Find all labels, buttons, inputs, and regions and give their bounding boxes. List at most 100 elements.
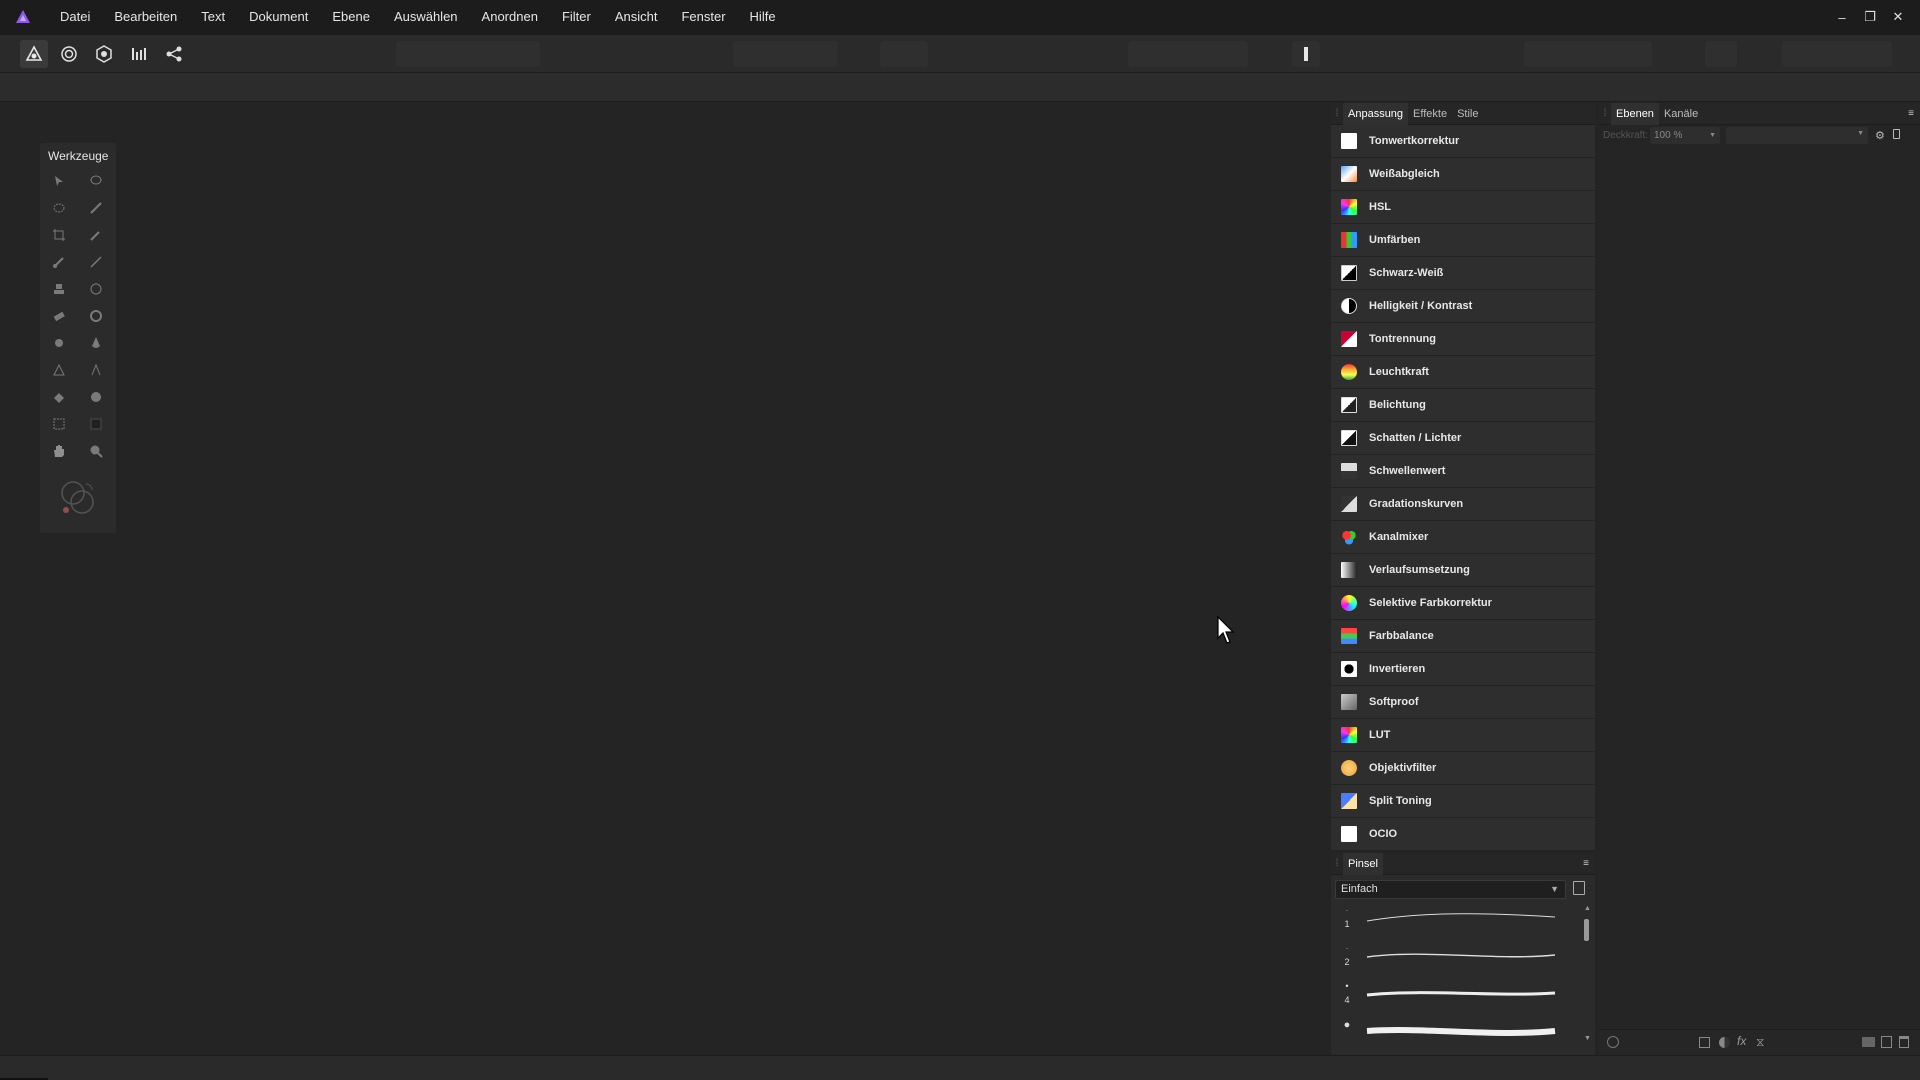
adjustment-item[interactable]: Tonwertkorrektur (1331, 125, 1595, 158)
adjustment-item[interactable]: Leuchtkraft (1331, 356, 1595, 389)
add-pixel-layer-icon[interactable] (1881, 1036, 1892, 1048)
menu-text[interactable]: Text (189, 0, 237, 34)
adjustment-item[interactable]: Kanalmixer (1331, 521, 1595, 554)
adjustment-item[interactable]: Farbbalance (1331, 620, 1595, 653)
shape-tool-icon[interactable] (85, 386, 107, 408)
adjustment-item[interactable]: Selektive Farbkorrektur (1331, 587, 1595, 620)
tab-ebenen[interactable]: Ebenen (1611, 102, 1659, 125)
opacity-field[interactable]: 100 % ▼ (1650, 127, 1720, 144)
restore-button[interactable]: ❐ (1856, 9, 1884, 25)
eyedropper-tool-icon[interactable] (85, 224, 107, 246)
adjustment-item[interactable]: Verlaufsumsetzung (1331, 554, 1595, 587)
marquee-tool-icon[interactable] (48, 197, 70, 219)
tone-mapping-persona-icon[interactable] (125, 40, 153, 68)
adjustment-item[interactable]: Split Toning (1331, 785, 1595, 818)
fill-tool-icon[interactable] (48, 386, 70, 408)
adjustment-item[interactable]: Weißabgleich (1331, 158, 1595, 191)
tab-stile[interactable]: Stile (1452, 103, 1483, 125)
brush-selection-tool-icon[interactable] (85, 197, 107, 219)
blend-mode-select[interactable]: ▼ (1726, 127, 1868, 144)
adjustment-item[interactable]: Schwarz-Weiß (1331, 257, 1595, 290)
gear-icon[interactable]: ⚙ (1875, 129, 1885, 142)
canvas-area[interactable] (0, 103, 1331, 1055)
adjustment-item[interactable]: Gradationskurven (1331, 488, 1595, 521)
selection-mode-group[interactable] (733, 41, 838, 67)
tab-pinsel[interactable]: Pinsel (1343, 852, 1383, 875)
snapping-group[interactable] (1128, 41, 1248, 67)
sharpen-tool-icon[interactable] (85, 332, 107, 354)
minimize-button[interactable]: – (1828, 10, 1856, 25)
mesh-warp-tool-icon[interactable] (48, 413, 70, 435)
adjustment-item[interactable]: Invertieren (1331, 653, 1595, 686)
adjustment-item[interactable]: Schwellenwert (1331, 455, 1595, 488)
adjustment-item[interactable]: Objektivfilter (1331, 752, 1595, 785)
panel-grip-icon[interactable]: ⁞ (1331, 103, 1343, 125)
colour-swatches-icon[interactable] (58, 478, 98, 518)
lasso-tool-icon[interactable] (85, 170, 107, 192)
panel-grip-icon[interactable]: ⁞ (1599, 103, 1611, 125)
brush-list-view-icon[interactable] (1573, 881, 1585, 895)
adjustment-item[interactable]: Umfärben (1331, 224, 1595, 257)
adjustment-item[interactable]: Belichtung (1331, 389, 1595, 422)
panel-menu-icon[interactable]: ≡ (1583, 858, 1589, 869)
tab-effekte[interactable]: Effekte (1408, 103, 1452, 125)
adjustment-item[interactable]: Tontrennung (1331, 323, 1595, 356)
blur-tool-icon[interactable] (48, 332, 70, 354)
live-filter-icon[interactable]: ⧖ (1756, 1035, 1764, 1050)
brush-scrollbar[interactable]: ▲ ▼ (1583, 905, 1591, 1045)
adjustment-item[interactable]: LUT (1331, 719, 1595, 752)
panel-menu-icon[interactable]: ≡ (1908, 108, 1914, 119)
close-button[interactable]: ✕ (1884, 9, 1912, 25)
brush-preset-1[interactable]: · 1 (1341, 905, 1571, 943)
menu-auswaehlen[interactable]: Auswählen (382, 0, 470, 34)
zoom-tool-icon[interactable] (85, 440, 107, 462)
view-mode-dropdown[interactable] (880, 41, 928, 67)
assistant-button[interactable] (1292, 41, 1320, 67)
adjustment-shortcuts-group[interactable] (396, 41, 540, 67)
photo-persona-icon[interactable] (20, 40, 48, 68)
menu-anordnen[interactable]: Anordnen (470, 0, 550, 34)
move-tool-icon[interactable] (48, 170, 70, 192)
arrange-group[interactable] (1524, 41, 1652, 67)
layers-stack-icon[interactable] (1607, 1036, 1619, 1048)
eraser-tool-icon[interactable] (48, 305, 70, 327)
dodge-tool-icon[interactable] (85, 305, 107, 327)
new-group-icon[interactable] (1862, 1037, 1875, 1047)
gradient-tool-icon[interactable] (85, 413, 107, 435)
lock-icon[interactable] (1893, 129, 1900, 139)
brush-preset-large[interactable]: ● (1341, 1019, 1571, 1049)
brush-preset-4[interactable]: • 4 (1341, 981, 1571, 1019)
menu-ebene[interactable]: Ebene (320, 0, 382, 34)
crop-tool-icon[interactable] (48, 224, 70, 246)
boolean-ops-group[interactable] (1782, 41, 1892, 67)
menu-dokument[interactable]: Dokument (237, 0, 320, 34)
hand-tool-icon[interactable] (48, 440, 70, 462)
fx-icon[interactable]: fx (1737, 1034, 1746, 1048)
pixel-tool-icon[interactable] (85, 251, 107, 273)
pen-tool-icon[interactable] (48, 359, 70, 381)
trash-icon[interactable] (1899, 1036, 1909, 1048)
menu-bearbeiten[interactable]: Bearbeiten (102, 0, 189, 34)
adjustment-item[interactable]: HSL (1331, 191, 1595, 224)
menu-hilfe[interactable]: Hilfe (738, 0, 788, 34)
tab-kanaele[interactable]: Kanäle (1659, 103, 1703, 125)
align-button[interactable] (1705, 41, 1737, 67)
liquify-persona-icon[interactable] (55, 40, 83, 68)
adjustment-item[interactable]: Softproof (1331, 686, 1595, 719)
brush-preset-2[interactable]: · 2 (1341, 943, 1571, 981)
menu-filter[interactable]: Filter (550, 0, 603, 34)
tab-anpassung[interactable]: Anpassung (1343, 102, 1409, 125)
panel-grip-icon[interactable]: ⁞ (1331, 853, 1343, 875)
develop-persona-icon[interactable] (90, 40, 118, 68)
export-persona-icon[interactable] (160, 40, 188, 68)
undo-brush-tool-icon[interactable] (85, 278, 107, 300)
text-tool-icon[interactable] (85, 359, 107, 381)
adjustment-item[interactable]: OCIO (1331, 818, 1595, 851)
clone-tool-icon[interactable] (48, 278, 70, 300)
adjustment-item[interactable]: Schatten / Lichter (1331, 422, 1595, 455)
menu-ansicht[interactable]: Ansicht (603, 0, 670, 34)
paint-brush-tool-icon[interactable] (48, 251, 70, 273)
adjustment-item[interactable]: Helligkeit / Kontrast (1331, 290, 1595, 323)
menu-fenster[interactable]: Fenster (669, 0, 737, 34)
mask-layer-icon[interactable] (1699, 1037, 1710, 1048)
